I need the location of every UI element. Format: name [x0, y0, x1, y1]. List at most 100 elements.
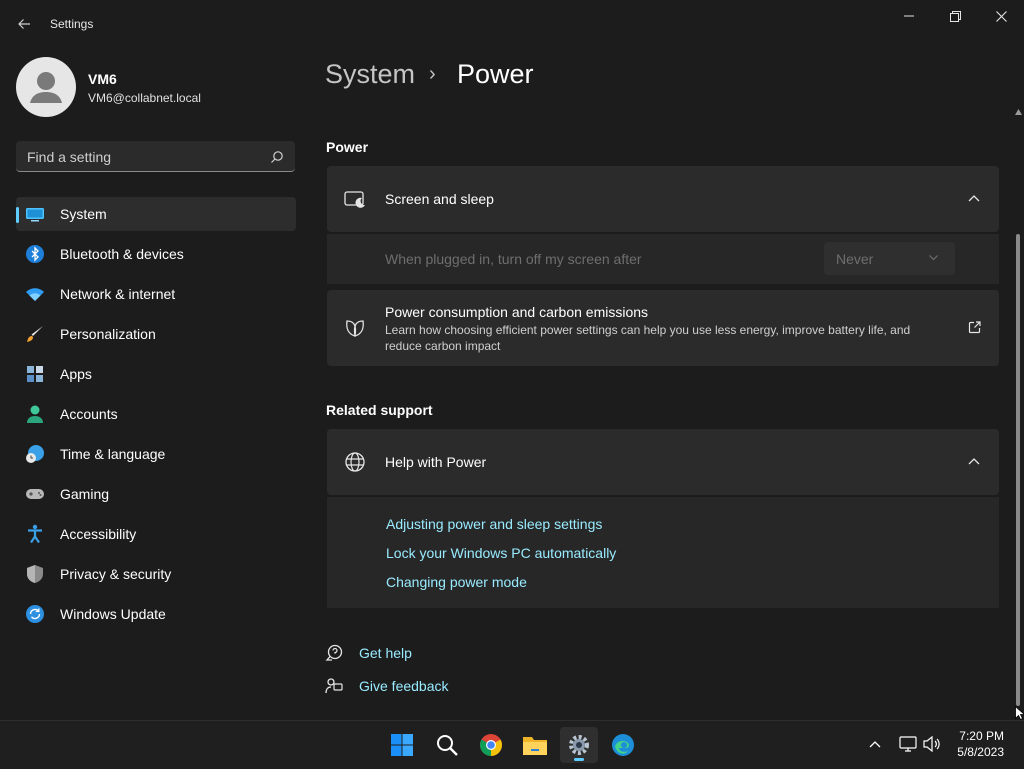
close-icon [995, 10, 1007, 22]
breadcrumb-separator: › [429, 63, 436, 85]
help-link-lock-pc[interactable]: Lock your Windows PC automatically [386, 545, 616, 561]
active-app-indicator [574, 758, 584, 761]
page-title: Power [457, 59, 534, 89]
section-title-related-support: Related support [326, 402, 433, 418]
edge-icon [612, 734, 634, 756]
carbon-emissions-desc-line1: Learn how choosing efficient power setti… [385, 323, 911, 337]
plugged-in-dropdown[interactable]: Never [824, 242, 955, 275]
sidebar-item-time-language[interactable]: Time & language [16, 437, 296, 471]
screen-and-sleep-header[interactable]: Screen and sleep [327, 166, 999, 232]
restore-button[interactable] [932, 0, 978, 32]
scroll-up-arrow-icon [1015, 109, 1022, 115]
accessibility-icon [28, 524, 42, 544]
wifi-icon [26, 288, 44, 301]
help-with-power-title: Help with Power [385, 454, 487, 470]
gamepad-icon [26, 489, 44, 499]
taskbar-chrome-button[interactable] [472, 727, 510, 763]
carbon-emissions-card[interactable]: Power consumption and carbon emissions L… [327, 290, 999, 366]
selection-indicator [16, 207, 19, 223]
minimize-button[interactable] [886, 0, 932, 32]
file-explorer-icon [523, 737, 547, 755]
minimize-icon [904, 15, 914, 17]
breadcrumb-parent[interactable]: System [325, 59, 415, 90]
screen-sleep-title: Screen and sleep [385, 191, 494, 207]
globe-icon [345, 452, 365, 472]
sidebar-item-label: Windows Update [60, 606, 166, 622]
search-placeholder: Find a setting [27, 149, 112, 165]
sidebar-item-personalization[interactable]: Personalization [16, 317, 296, 351]
mouse-cursor-icon [1015, 706, 1024, 720]
brush-icon [27, 326, 43, 342]
sidebar-item-label: Bluetooth & devices [60, 246, 184, 262]
monitor-icon [26, 208, 44, 222]
search-icon [271, 151, 283, 163]
get-help-link[interactable]: Get help [359, 645, 412, 661]
help-link-power-sleep[interactable]: Adjusting power and sleep settings [386, 516, 602, 532]
sidebar-item-network[interactable]: Network & internet [16, 277, 296, 311]
close-button[interactable] [978, 0, 1024, 32]
help-with-power-header[interactable]: Help with Power [327, 429, 999, 495]
taskbar-start-button[interactable] [383, 727, 421, 763]
taskbar: 7:20 PM 5/8/2023 [0, 720, 1024, 769]
sidebar-item-accounts[interactable]: Accounts [16, 397, 296, 431]
title-bar: Settings [0, 0, 1024, 48]
leaf-icon [346, 320, 364, 337]
app-title: Settings [50, 17, 94, 31]
screen-sleep-plugged-row: When plugged in, turn off my screen afte… [327, 234, 999, 284]
sidebar-item-system[interactable]: System [16, 197, 296, 231]
user-name: VM6 [88, 71, 117, 87]
sidebar-item-windows-update[interactable]: Windows Update [16, 597, 296, 631]
scrollbar-thumb[interactable] [1016, 234, 1020, 706]
sidebar-item-apps[interactable]: Apps [16, 357, 296, 391]
back-button[interactable] [10, 12, 38, 36]
sidebar-item-gaming[interactable]: Gaming [16, 477, 296, 511]
sidebar-item-label: Accounts [60, 406, 118, 422]
globe-clock-icon [26, 445, 44, 463]
taskbar-settings-button[interactable] [560, 727, 598, 763]
user-email: VM6@collabnet.local [88, 91, 201, 105]
carbon-emissions-title: Power consumption and carbon emissions [385, 304, 649, 320]
screen-sleep-icon [344, 191, 365, 208]
show-hidden-icons-chevron-icon[interactable] [869, 740, 881, 748]
person-icon [27, 405, 43, 423]
plugged-in-dropdown-value: Never [836, 251, 874, 267]
clock-date[interactable]: 5/8/2023 [944, 745, 1004, 759]
chrome-icon [480, 734, 502, 756]
chevron-up-icon [968, 458, 980, 465]
search-icon [437, 735, 458, 756]
help-links-panel: Adjusting power and sleep settings Lock … [327, 497, 999, 608]
avatar[interactable] [16, 57, 76, 117]
sidebar-item-label: Accessibility [60, 526, 137, 542]
taskbar-file-explorer-button[interactable] [516, 727, 554, 763]
sidebar-item-bluetooth[interactable]: Bluetooth & devices [16, 237, 296, 271]
start-icon [391, 734, 413, 756]
sidebar-item-label: Privacy & security [60, 566, 172, 582]
clock-time[interactable]: 7:20 PM [944, 729, 1004, 743]
sidebar-item-accessibility[interactable]: Accessibility [16, 517, 296, 551]
taskbar-search-button[interactable] [428, 727, 466, 763]
carbon-emissions-desc-line2: reduce carbon impact [385, 339, 501, 353]
external-link-icon [968, 321, 981, 334]
chevron-up-icon [968, 195, 980, 202]
section-title-power: Power [326, 139, 369, 155]
give-feedback-icon [325, 678, 343, 694]
volume-icon[interactable] [923, 736, 941, 752]
bluetooth-icon [26, 245, 44, 263]
shield-icon [27, 565, 43, 583]
sidebar-item-label: System [60, 206, 107, 222]
sidebar-item-privacy-security[interactable]: Privacy & security [16, 557, 296, 591]
person-silhouette-icon [30, 72, 62, 103]
network-icon[interactable] [899, 736, 917, 752]
help-link-power-mode[interactable]: Changing power mode [386, 574, 527, 590]
taskbar-edge-button[interactable] [604, 727, 642, 763]
sidebar-item-label: Network & internet [60, 286, 176, 302]
back-arrow-icon [18, 19, 30, 29]
sidebar-item-label: Gaming [60, 486, 110, 502]
chevron-down-icon [929, 255, 938, 261]
sidebar-item-label: Time & language [60, 446, 166, 462]
restore-icon [949, 10, 961, 22]
search-input[interactable]: Find a setting [16, 141, 295, 172]
settings-icon [569, 735, 589, 755]
give-feedback-link[interactable]: Give feedback [359, 678, 449, 694]
get-help-icon [325, 644, 343, 661]
